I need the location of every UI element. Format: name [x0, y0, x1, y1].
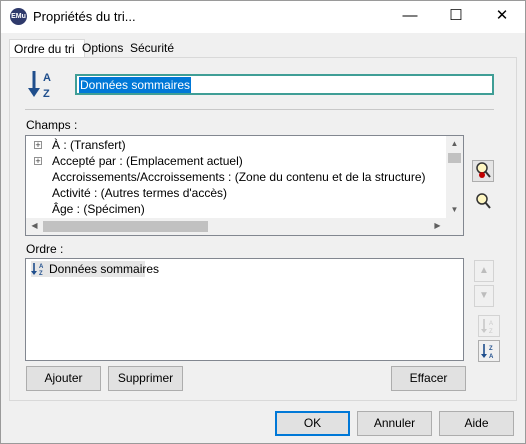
- scroll-thumb[interactable]: [448, 153, 461, 163]
- list-item-label: Données sommaires: [49, 262, 160, 276]
- title-bar: EMu Propriétés du tri... — ☐ ✕: [1, 1, 525, 33]
- supprimer-button[interactable]: Supprimer: [108, 366, 183, 391]
- svg-text:Z: Z: [489, 346, 493, 352]
- svg-text:Z: Z: [489, 329, 493, 335]
- tab-securite[interactable]: Sécurité: [130, 39, 185, 57]
- scroll-left-icon[interactable]: ◀: [26, 218, 43, 234]
- scroll-down-icon[interactable]: ▼: [446, 202, 463, 218]
- sort-properties-dialog: EMu Propriétés du tri... — ☐ ✕ Ordre du …: [0, 0, 526, 444]
- separator: [25, 109, 494, 110]
- expand-icon[interactable]: +: [34, 157, 42, 166]
- scroll-up-icon[interactable]: ▲: [446, 136, 463, 152]
- tab-strip: Ordre du tri Options Sécurité: [9, 39, 517, 58]
- sort-descending-icon: Z A: [481, 344, 494, 360]
- maximize-button[interactable]: ☐: [433, 1, 479, 33]
- tree-item-label: Accroissements/Accroissements : (Zone du…: [52, 170, 426, 184]
- tab-options[interactable]: Options: [82, 39, 127, 57]
- find-field-icon[interactable]: [474, 191, 494, 211]
- annuler-button[interactable]: Annuler: [357, 411, 432, 436]
- sort-name-value: Données sommaires: [79, 77, 192, 93]
- tree-item-label: Accepté par : (Emplacement actuel): [52, 154, 243, 168]
- champs-label: Champs :: [26, 118, 78, 132]
- expand-icon[interactable]: +: [34, 141, 42, 150]
- sort-descending-button[interactable]: Z A: [478, 340, 500, 362]
- champs-horizontal-scrollbar[interactable]: ◀ ▶: [26, 218, 446, 235]
- tree-item-label: À : (Transfert): [52, 138, 126, 152]
- sort-ascending-icon: A Z: [28, 71, 51, 99]
- svg-text:A: A: [489, 354, 494, 360]
- ordre-label: Ordre :: [26, 242, 64, 256]
- ordre-list[interactable]: A Z Données sommaires: [25, 258, 464, 361]
- tree-item-label: Activité : (Autres termes d'accès): [52, 186, 228, 200]
- svg-text:Z: Z: [39, 271, 43, 276]
- arrow-up-icon: ▲: [479, 265, 489, 276]
- minimize-button[interactable]: —: [387, 1, 433, 33]
- sort-ascending-icon: A Z: [31, 263, 44, 276]
- tree-item-label: Âge : (Spécimen): [52, 202, 145, 216]
- dialog-button-bar: OK Annuler Aide: [1, 405, 525, 443]
- champs-vertical-scrollbar[interactable]: ▲ ▼: [446, 136, 463, 235]
- move-down-button[interactable]: ▼: [474, 285, 494, 307]
- svg-text:A: A: [39, 264, 44, 270]
- window-title: Propriétés du tri...: [33, 9, 136, 24]
- svg-text:A: A: [43, 72, 51, 84]
- ajouter-button[interactable]: Ajouter: [26, 366, 101, 391]
- svg-text:Z: Z: [43, 88, 50, 99]
- app-icon: EMu: [10, 8, 27, 25]
- sort-name-field[interactable]: Données sommaires: [76, 75, 493, 94]
- move-up-button[interactable]: ▲: [474, 260, 494, 282]
- ok-button[interactable]: OK: [275, 411, 350, 436]
- close-button[interactable]: ✕: [479, 1, 525, 33]
- list-item[interactable]: A Z Données sommaires: [31, 261, 159, 277]
- search-icon[interactable]: [472, 160, 494, 182]
- sort-ascending-button[interactable]: A Z: [478, 315, 500, 337]
- scroll-right-icon[interactable]: ▶: [429, 218, 446, 234]
- effacer-button[interactable]: Effacer: [391, 366, 466, 391]
- aide-button[interactable]: Aide: [439, 411, 514, 436]
- scroll-thumb-horizontal[interactable]: [43, 221, 208, 232]
- sort-ascending-icon: A Z: [481, 319, 493, 335]
- tab-ordre-du-tri[interactable]: Ordre du tri: [9, 39, 85, 58]
- svg-text:A: A: [489, 321, 493, 327]
- arrow-down-icon: ▼: [479, 290, 489, 301]
- champs-tree[interactable]: + À : (Transfert) + Accepté par : (Empla…: [25, 135, 464, 236]
